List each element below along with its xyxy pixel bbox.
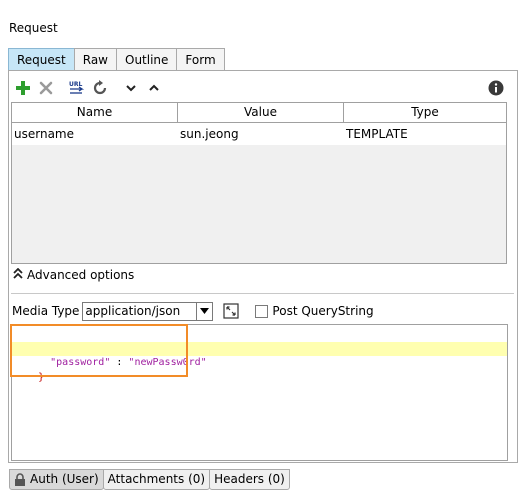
tab-request[interactable]: Request [8,48,75,71]
dropdown-arrow-icon[interactable] [196,302,212,320]
bottom-tab-bar: Auth (User) Attachments (0) Headers (0) [9,469,290,490]
move-up-icon[interactable] [144,78,164,98]
post-querystring-label: Post QueryString [272,304,374,318]
media-type-select[interactable]: application/json [82,301,214,321]
post-querystring-checkbox[interactable] [255,304,269,318]
panel-title: Request [9,21,58,35]
column-header-type[interactable]: Type [344,103,506,122]
param-type-cell[interactable]: TEMPLATE [344,123,506,145]
param-value-cell[interactable]: sun.jeong [178,123,344,145]
tab-attachments[interactable]: Attachments (0) [102,469,211,490]
remove-icon[interactable] [36,78,56,98]
move-down-icon[interactable] [121,78,141,98]
add-icon[interactable] [13,78,33,98]
media-type-row: Media Type application/json Post QuerySt… [12,301,374,321]
request-tab-bar: Request Raw Outline Form [8,48,225,71]
lock-icon [14,473,26,486]
param-name-cell[interactable]: username [12,123,178,145]
advanced-options-label: Advanced options [27,268,135,282]
url-encode-icon[interactable]: URL [67,78,87,98]
highlight-annotation-box [10,324,188,377]
tab-auth[interactable]: Auth (User) [9,469,104,490]
params-table: Name Value Type username sun.jeong TEMPL… [11,102,507,264]
column-header-name[interactable]: Name [12,103,178,122]
refresh-icon[interactable] [90,78,110,98]
params-toolbar: URL [13,78,167,98]
table-row[interactable]: username sun.jeong TEMPLATE [12,123,506,145]
info-icon[interactable] [488,80,504,96]
tab-headers[interactable]: Headers (0) [209,469,290,490]
double-chevron-up-icon [13,267,23,282]
tab-form[interactable]: Form [176,48,225,71]
svg-text:URL: URL [69,81,82,88]
tab-raw[interactable]: Raw [73,48,117,71]
format-icon[interactable] [223,303,240,319]
advanced-options-toggle[interactable]: Advanced options [13,267,135,282]
params-table-header: Name Value Type [12,103,506,123]
section-divider [11,293,514,294]
media-type-label: Media Type [12,304,80,318]
media-type-value: application/json [85,303,181,318]
tab-outline[interactable]: Outline [116,48,178,71]
tab-auth-label: Auth (User) [30,472,99,486]
column-header-value[interactable]: Value [178,103,344,122]
